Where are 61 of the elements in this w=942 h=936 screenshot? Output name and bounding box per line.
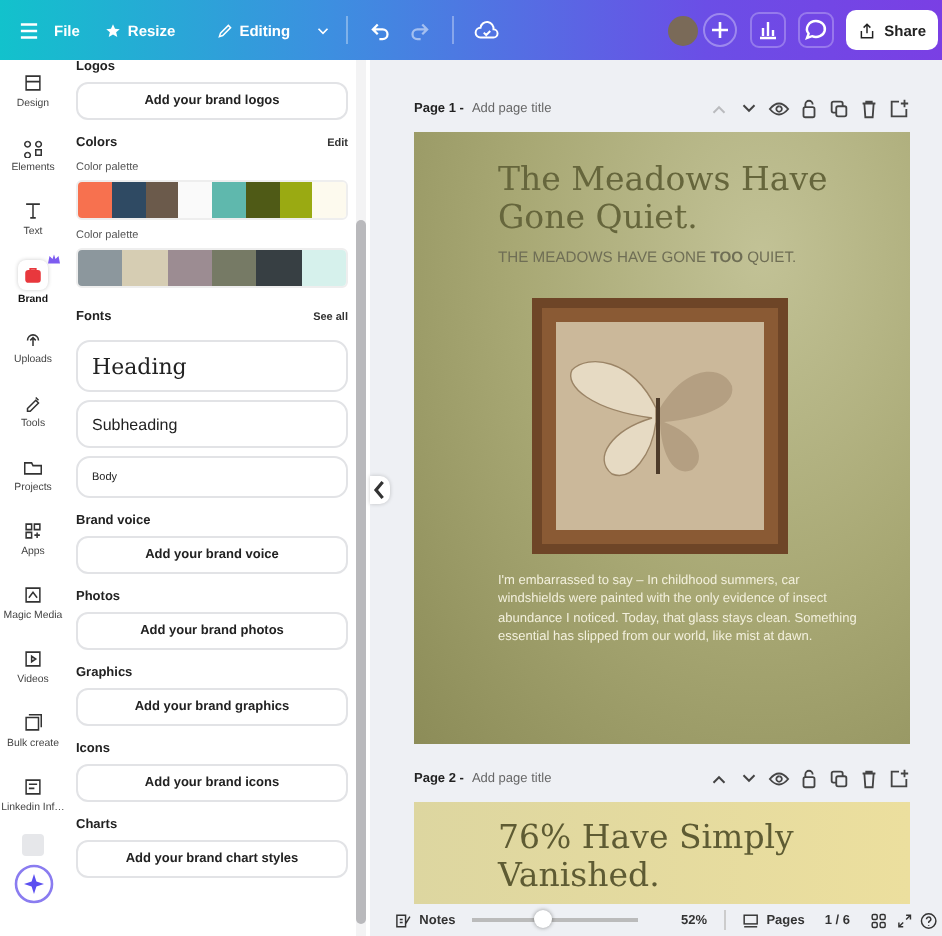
duplicate-icon[interactable] xyxy=(828,97,850,119)
sidebar-icon xyxy=(22,72,44,94)
color-swatch[interactable] xyxy=(178,182,212,218)
sidebar-icon xyxy=(22,392,44,414)
collapse-panel-handle[interactable] xyxy=(370,60,390,936)
bar-chart-icon[interactable] xyxy=(750,12,787,48)
plus-icon[interactable] xyxy=(702,12,739,48)
cloud-icon[interactable] xyxy=(474,17,501,43)
lock-icon[interactable] xyxy=(798,767,820,789)
briefcase-icon xyxy=(22,264,44,286)
color-swatch[interactable] xyxy=(301,250,346,286)
color-swatch[interactable] xyxy=(279,182,313,218)
color-swatch[interactable] xyxy=(145,182,179,218)
color-swatch[interactable] xyxy=(212,182,246,218)
sidebar-icon xyxy=(22,328,44,350)
eye-icon[interactable] xyxy=(768,97,790,119)
lock-icon[interactable] xyxy=(798,97,820,119)
color-swatch[interactable] xyxy=(312,182,346,218)
zoom-slider-thumb[interactable] xyxy=(533,910,552,929)
eye-icon[interactable] xyxy=(768,767,790,789)
color-swatch[interactable] xyxy=(122,250,168,286)
sidebar-icon xyxy=(22,456,44,478)
color-swatch[interactable] xyxy=(78,250,123,286)
scrollbar-thumb[interactable] xyxy=(356,220,366,924)
color-swatch[interactable] xyxy=(167,250,212,286)
fullscreen-icon[interactable] xyxy=(895,911,913,929)
trash-icon[interactable] xyxy=(858,767,880,789)
pages-icon xyxy=(741,911,759,929)
sidebar-icon xyxy=(22,648,44,670)
sidebar-icon xyxy=(22,136,44,158)
duplicate-icon[interactable] xyxy=(828,767,850,789)
add-page-icon[interactable] xyxy=(888,767,910,789)
crown-icon xyxy=(48,254,60,264)
help-icon[interactable] xyxy=(920,911,939,929)
color-swatch[interactable] xyxy=(111,182,145,218)
sidebar-icon xyxy=(22,520,44,542)
share-icon xyxy=(858,21,877,39)
color-swatch[interactable] xyxy=(245,182,279,218)
font-style-card[interactable]: Heading xyxy=(76,340,348,392)
notes-icon xyxy=(394,911,412,929)
pencil-icon xyxy=(215,21,234,39)
app-tile-icon[interactable] xyxy=(22,834,44,856)
sparkle-button-icon[interactable] xyxy=(13,864,53,904)
sidebar-icon xyxy=(22,200,44,222)
add-page-icon[interactable] xyxy=(888,97,910,119)
color-swatch[interactable] xyxy=(256,250,302,286)
grid-view-icon[interactable] xyxy=(870,911,888,929)
trash-icon[interactable] xyxy=(858,97,880,119)
font-style-card[interactable]: Subheading xyxy=(76,400,348,448)
design-title: 76% Have Simply Vanished. xyxy=(498,818,796,894)
sidebar-icon xyxy=(22,776,44,798)
design-page[interactable]: 76% Have Simply Vanished. xyxy=(414,802,910,904)
design-page[interactable] xyxy=(414,132,910,744)
design-title: The Meadows Have Gone Quiet. xyxy=(498,160,830,236)
color-swatch[interactable] xyxy=(211,250,257,286)
chevron-left-icon xyxy=(370,476,390,504)
star-icon xyxy=(103,21,122,39)
sidebar-icon xyxy=(22,712,44,734)
comment-icon[interactable] xyxy=(798,12,835,48)
color-swatch[interactable] xyxy=(78,182,112,218)
sidebar-icon xyxy=(22,584,44,606)
